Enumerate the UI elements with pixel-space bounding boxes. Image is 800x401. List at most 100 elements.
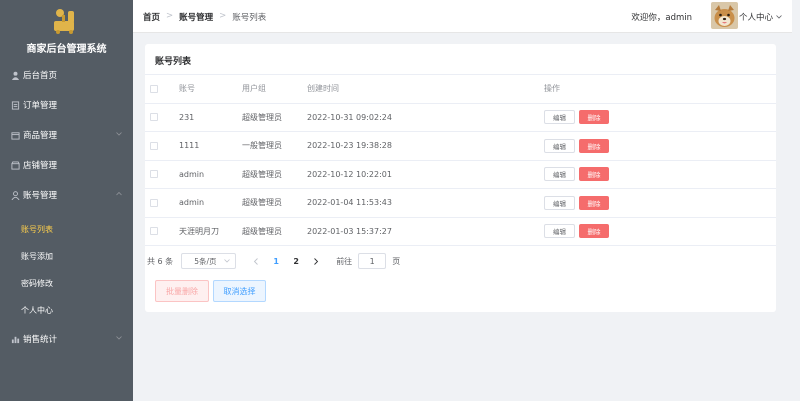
sidebar-item-label: 商品管理 bbox=[23, 131, 58, 141]
breadcrumb-current: 账号列表 bbox=[232, 13, 267, 23]
cell-created: 2022-10-31 09:02:24 bbox=[307, 112, 392, 122]
table-row: 1111 一般管理员 2022-10-23 19:38:28 编辑 删除 bbox=[145, 132, 776, 161]
sidebar-item-shop[interactable]: 店铺管理 bbox=[0, 150, 133, 180]
page-size-value: 5条/页 bbox=[194, 256, 217, 266]
document-icon bbox=[10, 100, 20, 110]
breadcrumb: 首页 > 账号管理 > 账号列表 bbox=[143, 11, 266, 23]
prev-page-button[interactable] bbox=[246, 253, 266, 269]
welcome-text: 欢迎你，admin bbox=[631, 13, 692, 23]
delete-button[interactable]: 删除 bbox=[579, 167, 609, 182]
breadcrumb-home[interactable]: 首页 bbox=[143, 11, 160, 23]
table-row: admin 超级管理员 2022-10-12 10:22:01 编辑 删除 bbox=[145, 161, 776, 189]
page-size-select[interactable]: 5条/页 bbox=[181, 253, 237, 269]
row-checkbox[interactable] bbox=[150, 198, 158, 207]
sidebar-item-label: 店铺管理 bbox=[23, 161, 58, 171]
sidebar-item-label: 后台首页 bbox=[23, 71, 58, 81]
account-table: 账号 用户组 创建时间 操作 231 超级管理员 2022-10-31 09:0… bbox=[145, 75, 776, 246]
chevron-down-icon bbox=[224, 259, 230, 263]
chevron-up-icon bbox=[116, 191, 122, 196]
cell-account: 1111 bbox=[179, 141, 200, 151]
cell-group: 超级管理员 bbox=[242, 226, 282, 236]
person-icon bbox=[10, 190, 20, 200]
page-number[interactable]: 1 bbox=[266, 253, 286, 269]
sidebar-item-label: 账号管理 bbox=[23, 191, 58, 201]
row-checkbox[interactable] bbox=[150, 141, 158, 150]
cell-group: 一般管理员 bbox=[242, 141, 282, 151]
app-logo-icon bbox=[54, 9, 74, 34]
cell-created: 2022-01-04 11:53:43 bbox=[307, 198, 392, 208]
table-header-row: 账号 用户组 创建时间 操作 bbox=[145, 75, 776, 104]
page-unit-label: 页 bbox=[392, 256, 401, 266]
top-header: 首页 > 账号管理 > 账号列表 欢迎你，admin 个人中心 bbox=[133, 0, 800, 33]
shop-icon bbox=[10, 160, 20, 170]
card-title: 账号列表 bbox=[155, 57, 192, 67]
avatar[interactable] bbox=[711, 2, 738, 29]
sidebar: 商家后台管理系统 后台首页 订单管理 商品管理 店铺管理 账号管理 账号列表 账… bbox=[0, 0, 133, 401]
cell-group: 超级管理员 bbox=[242, 198, 282, 208]
delete-button[interactable]: 删除 bbox=[579, 110, 609, 125]
table-row: admin 超级管理员 2022-01-04 11:53:43 编辑 删除 bbox=[145, 189, 776, 218]
delete-button[interactable]: 删除 bbox=[579, 195, 609, 210]
pagination-total: 共 6 条 bbox=[147, 256, 174, 266]
pagination: 共 6 条 5条/页 1 2 前往 1 页 bbox=[147, 253, 400, 269]
chevron-down-icon bbox=[776, 15, 782, 19]
sidebar-item-sales[interactable]: 销售统计 bbox=[0, 324, 133, 354]
goto-label: 前往 bbox=[336, 256, 353, 266]
user-menu-dropdown[interactable]: 个人中心 bbox=[739, 11, 782, 23]
cell-account: 天涯明月刀 bbox=[179, 226, 219, 236]
row-checkbox[interactable] bbox=[150, 227, 158, 236]
chevron-right-icon bbox=[314, 257, 319, 265]
user-menu-label: 个人中心 bbox=[739, 13, 774, 23]
sidebar-subitem-profile[interactable]: 个人中心 bbox=[0, 297, 133, 324]
goto-page-input[interactable]: 1 bbox=[358, 253, 387, 269]
next-page-button[interactable] bbox=[306, 253, 326, 269]
cell-created: 2022-01-03 15:37:27 bbox=[307, 226, 392, 236]
cell-account: admin bbox=[179, 198, 205, 208]
sidebar-item-home[interactable]: 后台首页 bbox=[0, 60, 133, 90]
column-header-account: 账号 bbox=[179, 84, 195, 94]
account-list-card: 账号列表 账号 用户组 创建时间 操作 231 超级管理员 2022-10-31… bbox=[145, 44, 776, 312]
column-header-group: 用户组 bbox=[242, 84, 266, 94]
chevron-down-icon bbox=[116, 336, 122, 340]
edit-button[interactable]: 编辑 bbox=[544, 195, 575, 210]
delete-button[interactable]: 删除 bbox=[579, 224, 609, 239]
column-header-created: 创建时间 bbox=[307, 84, 339, 94]
row-checkbox[interactable] bbox=[150, 113, 158, 122]
cancel-selection-button[interactable]: 取消选择 bbox=[213, 280, 266, 302]
cell-group: 超级管理员 bbox=[242, 169, 282, 179]
app-title: 商家后台管理系统 bbox=[26, 44, 107, 55]
table-row: 231 超级管理员 2022-10-31 09:02:24 编辑 删除 bbox=[145, 104, 776, 132]
box-icon bbox=[10, 130, 20, 140]
cell-account: 231 bbox=[179, 112, 195, 122]
sidebar-item-orders[interactable]: 订单管理 bbox=[0, 90, 133, 120]
breadcrumb-separator: > bbox=[219, 11, 227, 21]
batch-delete-button[interactable]: 批量删除 bbox=[155, 280, 209, 302]
page-scrollbar[interactable] bbox=[792, 0, 800, 401]
column-header-actions: 操作 bbox=[544, 84, 560, 94]
page-number[interactable]: 2 bbox=[286, 253, 306, 269]
edit-button[interactable]: 编辑 bbox=[544, 138, 575, 153]
sidebar-subitem-account-add[interactable]: 账号添加 bbox=[0, 243, 133, 270]
edit-button[interactable]: 编辑 bbox=[544, 167, 575, 182]
chevron-left-icon bbox=[254, 257, 259, 265]
sidebar-item-products[interactable]: 商品管理 bbox=[0, 120, 133, 150]
cell-created: 2022-10-23 19:38:28 bbox=[307, 141, 392, 151]
sidebar-item-label: 订单管理 bbox=[23, 101, 58, 111]
sidebar-subitem-account-list[interactable]: 账号列表 bbox=[0, 216, 133, 243]
breadcrumb-separator: > bbox=[166, 11, 174, 21]
breadcrumb-accounts[interactable]: 账号管理 bbox=[179, 11, 213, 23]
cell-group: 超级管理员 bbox=[242, 112, 282, 122]
sidebar-item-label: 销售统计 bbox=[23, 335, 58, 345]
cell-created: 2022-10-12 10:22:01 bbox=[307, 169, 392, 179]
cell-account: admin bbox=[179, 169, 205, 179]
chevron-down-icon bbox=[116, 132, 122, 136]
sidebar-subitem-password[interactable]: 密码修改 bbox=[0, 270, 133, 297]
table-row: 天涯明月刀 超级管理员 2022-01-03 15:37:27 编辑 删除 bbox=[145, 218, 776, 246]
select-all-checkbox[interactable] bbox=[150, 84, 158, 93]
delete-button[interactable]: 删除 bbox=[579, 138, 609, 153]
sidebar-item-accounts[interactable]: 账号管理 bbox=[0, 180, 133, 210]
edit-button[interactable]: 编辑 bbox=[544, 224, 575, 239]
row-checkbox[interactable] bbox=[150, 170, 158, 179]
edit-button[interactable]: 编辑 bbox=[544, 110, 575, 125]
user-icon bbox=[10, 70, 20, 80]
